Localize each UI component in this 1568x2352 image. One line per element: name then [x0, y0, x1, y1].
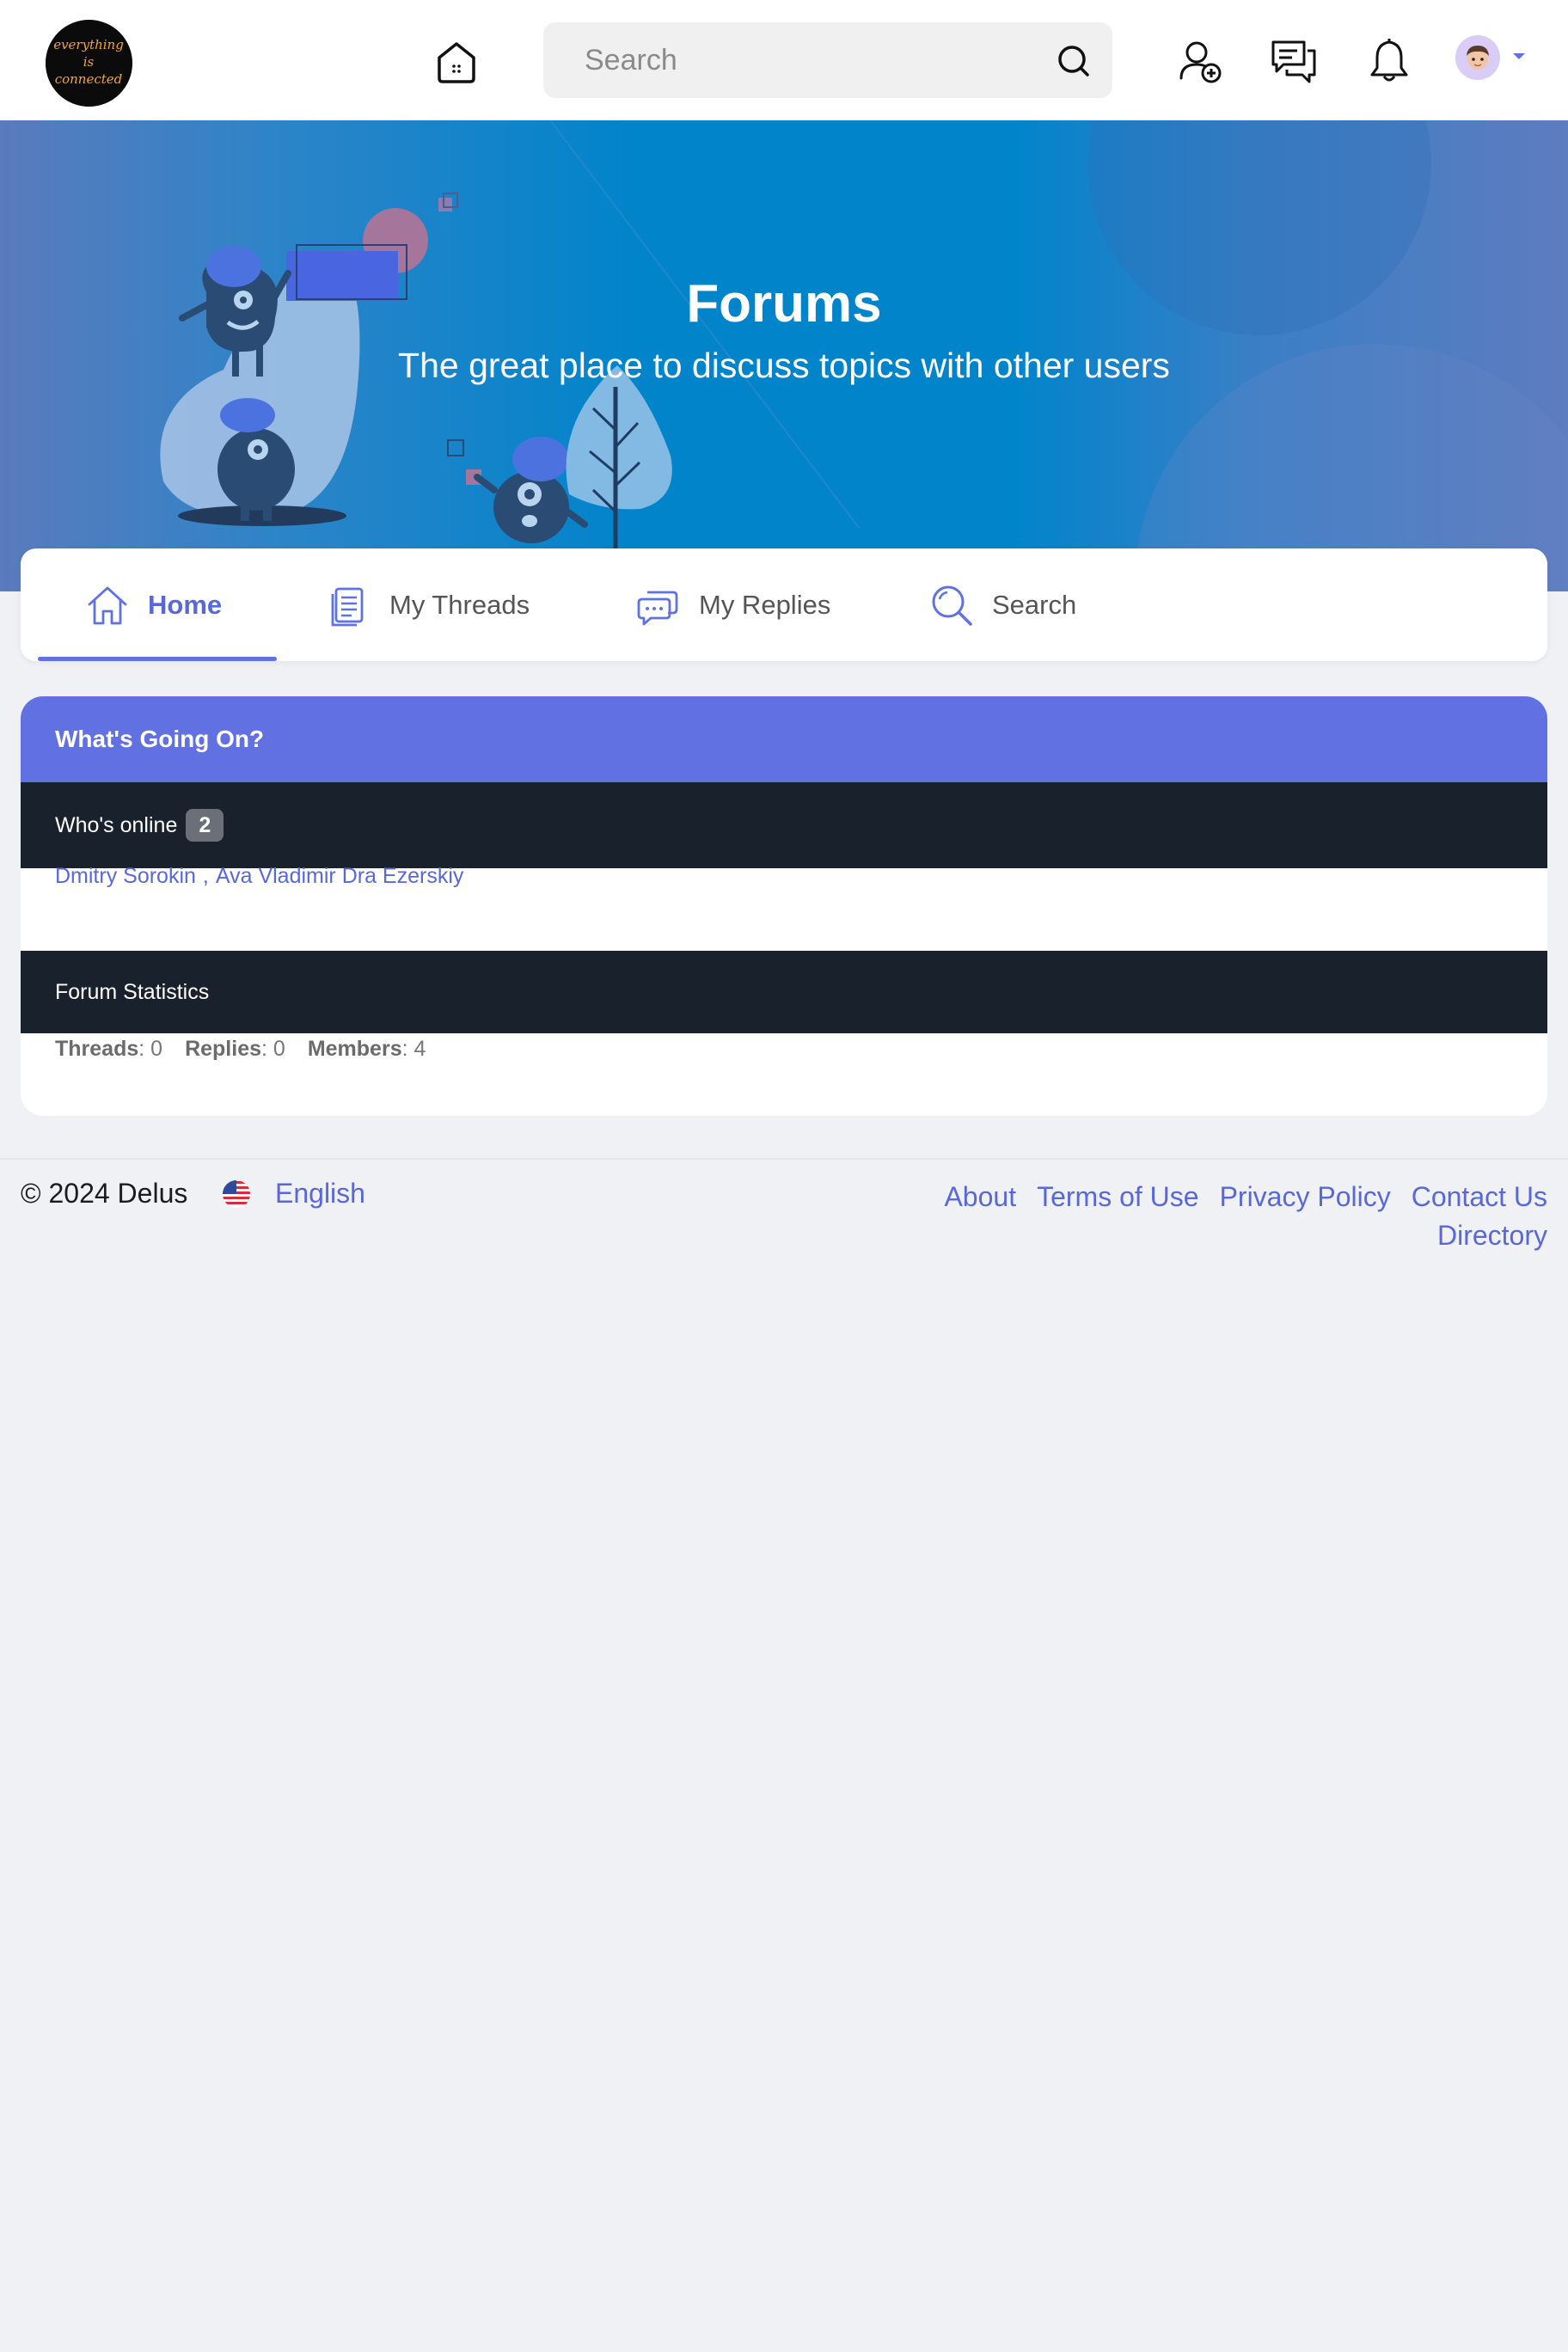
stat-threads: Threads: 0 — [55, 1036, 163, 1061]
messages-icon[interactable] — [1270, 37, 1318, 85]
tab-home-label: Home — [148, 589, 223, 620]
forum-statistics: Threads: 0 Replies: 0 Members: 4 — [55, 1025, 448, 1073]
svg-text:connected: connected — [55, 71, 123, 87]
footer-link-terms[interactable]: Terms of Use — [1037, 1181, 1198, 1212]
footer-link-privacy[interactable]: Privacy Policy — [1220, 1181, 1391, 1212]
tab-search[interactable]: Search — [928, 548, 1076, 661]
online-users-list: Dmitry Sorokin , Ava Vladimir Dra Ezersk… — [55, 856, 463, 896]
add-user-icon[interactable] — [1176, 37, 1224, 85]
home-icon — [88, 586, 127, 624]
search-icon[interactable] — [1056, 43, 1092, 79]
search-input[interactable] — [585, 22, 1049, 98]
page-subtitle: The great place to discuss topics with o… — [398, 346, 1170, 385]
user-separator: , — [202, 863, 209, 888]
tab-my-threads[interactable]: My Threads — [326, 548, 530, 661]
document-icon — [331, 587, 364, 626]
card-title: What's Going On? — [21, 696, 1547, 782]
language-label: English — [275, 1178, 365, 1209]
whats-going-on-card: What's Going On? Who's online 2 Dmitry S… — [21, 696, 1547, 1116]
hero-banner: Forums The great place to discuss topics… — [0, 120, 1568, 591]
footer-link-directory[interactable]: Directory — [1437, 1220, 1547, 1251]
tab-my-replies-label: My Replies — [699, 589, 831, 620]
svg-text:everything: everything — [53, 37, 124, 52]
forum-statistics-header: Forum Statistics — [21, 951, 1547, 1033]
active-tab-indicator — [38, 657, 277, 661]
home-icon[interactable] — [432, 39, 481, 87]
page-title: Forums — [686, 274, 882, 334]
avatar[interactable] — [1455, 35, 1500, 80]
header-search — [543, 22, 1112, 98]
forum-tabs: Home My Threads My Replies Search — [21, 548, 1547, 661]
top-navbar: everything is connected — [0, 0, 1568, 120]
us-flag-icon — [223, 1179, 250, 1208]
online-user-link[interactable]: Dmitry Sorokin — [55, 864, 196, 889]
footer-link-about[interactable]: About — [944, 1181, 1016, 1212]
forum-statistics-label: Forum Statistics — [55, 979, 210, 1004]
user-avatar-icon — [1455, 35, 1500, 80]
chat-bubble-icon — [637, 591, 678, 625]
svg-text:is: is — [83, 54, 95, 70]
online-count-badge: 2 — [186, 809, 224, 842]
bell-icon[interactable] — [1365, 37, 1413, 85]
tab-search-label: Search — [992, 589, 1077, 620]
copyright: © 2024 Delus — [21, 1178, 188, 1209]
whos-online-label: Who's online — [55, 812, 178, 837]
tab-my-threads-label: My Threads — [389, 589, 530, 620]
footer-divider — [0, 1158, 1568, 1160]
tab-home[interactable]: Home — [84, 548, 222, 661]
site-logo[interactable]: everything is connected — [46, 20, 132, 107]
stat-members: Members: 4 — [307, 1036, 426, 1061]
tab-my-replies[interactable]: My Replies — [635, 548, 830, 661]
footer-links: About Terms of Use Privacy Policy Contact U… — [774, 1178, 1547, 1255]
online-user-link[interactable]: Ava Vladimir Dra Ezerskiy — [216, 864, 464, 889]
whos-online-header: Who's online 2 — [21, 782, 1547, 868]
footer-link-contact[interactable]: Contact Us — [1412, 1181, 1547, 1212]
search-icon — [932, 585, 972, 626]
logo-icon: everything is connected — [46, 20, 132, 107]
chevron-down-icon[interactable] — [1510, 50, 1528, 62]
stat-replies: Replies: 0 — [185, 1036, 285, 1061]
language-selector[interactable]: English — [222, 1178, 365, 1210]
